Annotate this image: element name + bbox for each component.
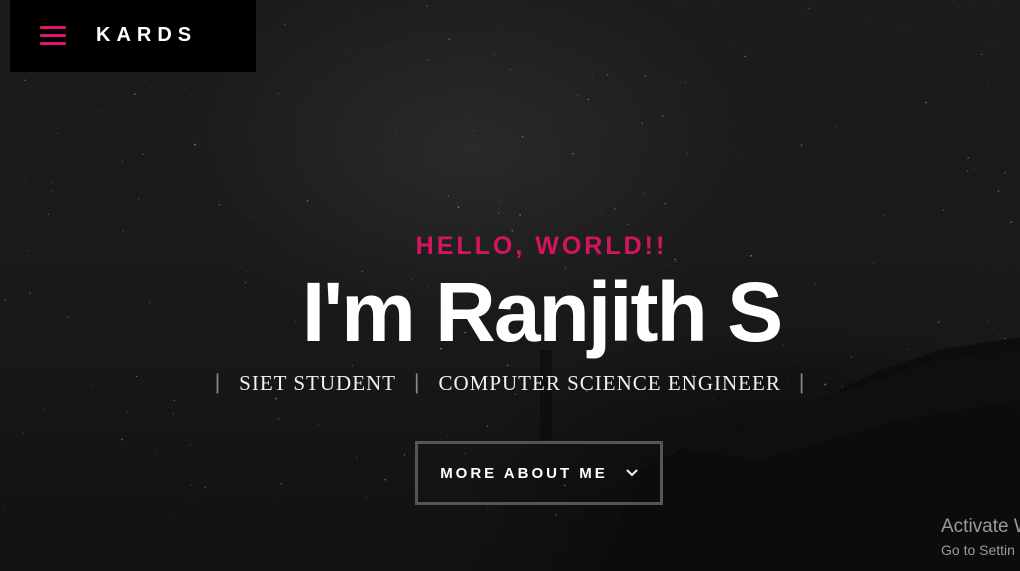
watermark-line-1: Activate W [941,516,1020,537]
role-student: SIET STUDENT [239,370,397,395]
more-about-me-label: MORE ABOUT ME [440,464,608,482]
top-nav-bar: KARDS [10,0,256,72]
role-separator: | [414,371,421,394]
site-logo[interactable]: KARDS [96,24,197,47]
more-about-me-button[interactable]: MORE ABOUT ME [415,441,663,505]
menu-line [40,26,66,29]
hero-section: HELLO, WORLD!! I'm Ranjith S | SIET STUD… [0,228,1020,398]
role-separator: | [214,371,222,394]
hamburger-menu-icon[interactable] [40,24,68,48]
watermark-line-2: Go to Settin [941,542,1015,558]
role-engineer: COMPUTER SCIENCE ENGINEER [438,370,781,395]
chevron-down-icon [626,469,638,477]
hero-title: I'm Ranjith S [301,265,783,359]
hero-kicker: HELLO, WORLD!! [415,232,668,260]
activate-windows-watermark: Activate W Go to Settin [941,515,1020,561]
hero-roles: | SIET STUDENT | COMPUTER SCIENCE ENGINE… [0,368,1020,398]
menu-line [40,42,66,45]
menu-line [40,34,66,37]
role-separator: | [798,371,806,394]
